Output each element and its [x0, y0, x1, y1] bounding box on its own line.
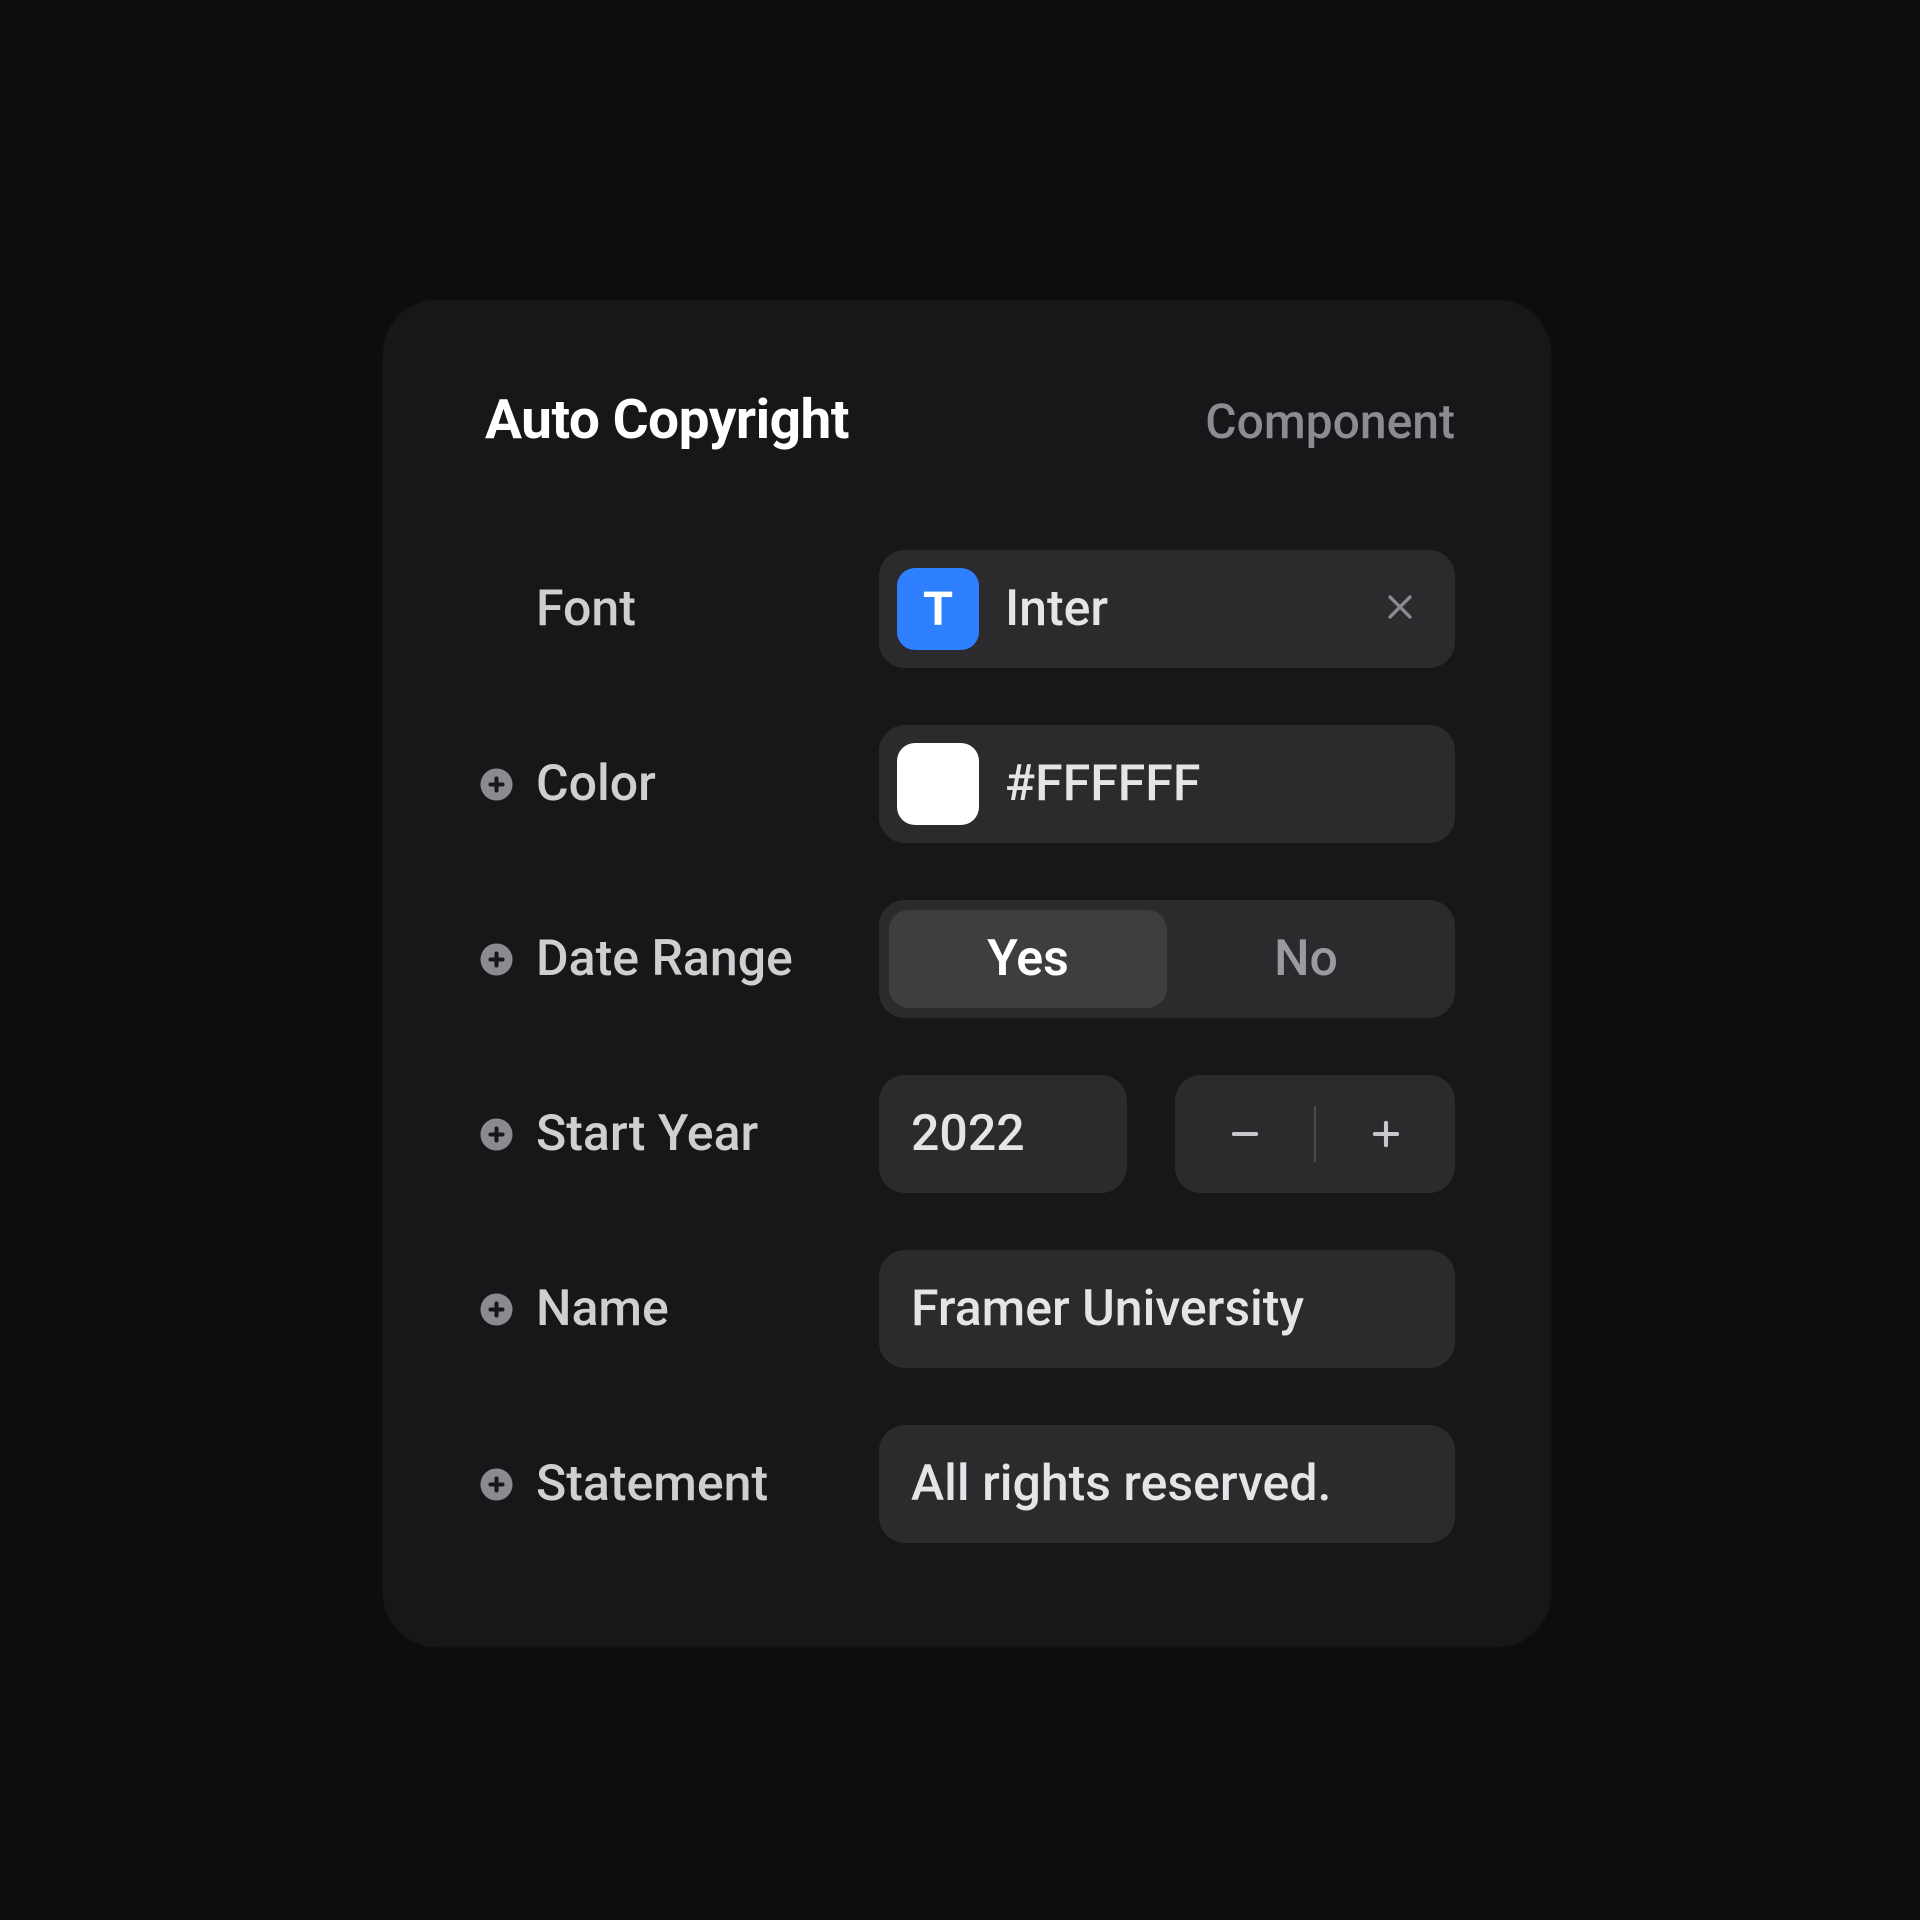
row-color: Color #FFFFFF [479, 725, 1455, 843]
name-input[interactable]: Framer University [879, 1250, 1455, 1368]
statement-value: All rights reserved. [911, 1455, 1423, 1513]
stepper-plus-button[interactable] [1316, 1075, 1455, 1193]
label-text-name: Name [536, 1280, 669, 1338]
label-name: Name [479, 1280, 879, 1338]
plus-circle-icon[interactable] [479, 1292, 514, 1327]
label-text-font: Font [536, 580, 636, 638]
font-value: Inter [1005, 580, 1357, 638]
label-text-start-year: Start Year [536, 1105, 758, 1163]
name-value: Framer University [911, 1280, 1423, 1338]
start-year-input[interactable]: 2022 [879, 1075, 1127, 1193]
font-type-icon: T [897, 568, 979, 650]
label-statement: Statement [479, 1455, 879, 1513]
statement-input[interactable]: All rights reserved. [879, 1425, 1455, 1543]
panel-header: Auto Copyright Component [479, 388, 1455, 452]
color-value: #FFFFFF [1005, 755, 1423, 813]
date-range-toggle: Yes No [879, 900, 1455, 1018]
row-date-range: Date Range Yes No [479, 900, 1455, 1018]
font-picker[interactable]: T Inter [879, 550, 1455, 668]
label-color: Color [479, 755, 879, 813]
segment-yes[interactable]: Yes [889, 910, 1167, 1008]
year-stepper [1175, 1075, 1455, 1193]
label-text-color: Color [536, 755, 656, 813]
plus-circle-icon[interactable] [479, 1467, 514, 1502]
panel-title: Auto Copyright [485, 388, 849, 452]
segment-no[interactable]: No [1167, 910, 1445, 1008]
panel-subtitle: Component [1205, 393, 1455, 450]
row-start-year: Start Year 2022 [479, 1075, 1455, 1193]
label-font: Font [479, 580, 879, 638]
properties-panel: Auto Copyright Component Font T Inter Co… [383, 300, 1551, 1647]
row-name: Name Framer University [479, 1250, 1455, 1368]
label-date-range: Date Range [479, 930, 879, 988]
label-text-statement: Statement [536, 1455, 768, 1513]
start-year-value: 2022 [911, 1105, 1095, 1163]
close-icon[interactable] [1383, 583, 1423, 635]
plus-circle-icon[interactable] [479, 1117, 514, 1152]
label-start-year: Start Year [479, 1105, 879, 1163]
color-swatch [897, 743, 979, 825]
color-picker[interactable]: #FFFFFF [879, 725, 1455, 843]
row-font: Font T Inter [479, 550, 1455, 668]
row-statement: Statement All rights reserved. [479, 1425, 1455, 1543]
label-text-date-range: Date Range [536, 930, 793, 988]
plus-circle-icon[interactable] [479, 942, 514, 977]
stepper-minus-button[interactable] [1175, 1075, 1314, 1193]
plus-circle-icon[interactable] [479, 767, 514, 802]
